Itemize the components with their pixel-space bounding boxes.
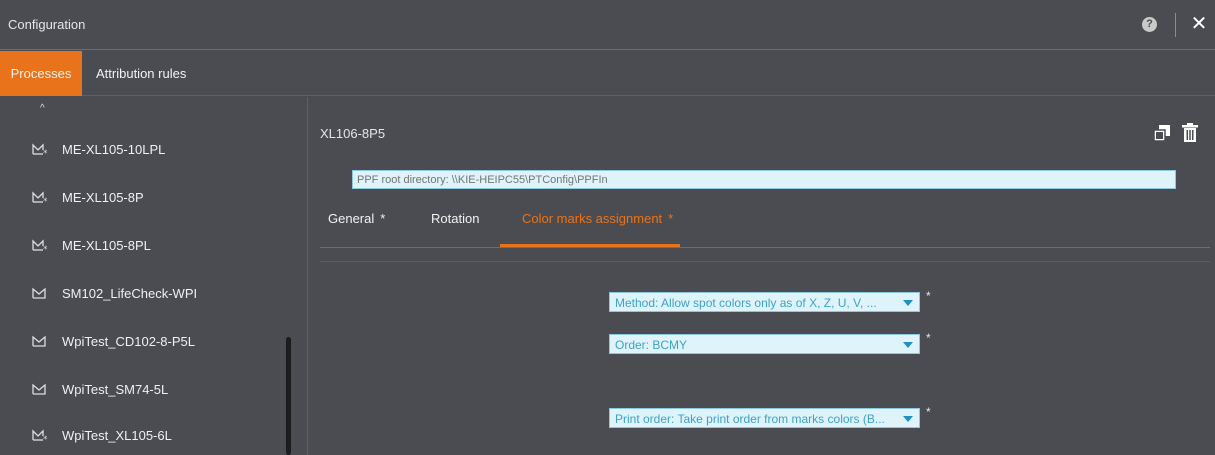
required-marker: * bbox=[926, 289, 931, 303]
help-icon[interactable]: ? bbox=[1142, 17, 1157, 32]
list-item-label: WpiTest_SM74-5L bbox=[62, 382, 169, 397]
list-item-label: WpiTest_CD102-8-P5L bbox=[62, 334, 195, 349]
process-detail-panel: XL106-8P5 General * Rotation Color marks … bbox=[309, 97, 1215, 455]
process-list: ^ * ME-XL105-10LPL * ME-XL105-8P * ME-XL… bbox=[0, 97, 308, 455]
process-starred-icon: * bbox=[32, 239, 48, 253]
tab-attribution-rules[interactable]: Attribution rules bbox=[96, 51, 186, 96]
chevron-down-icon bbox=[903, 300, 913, 306]
list-item-label: WpiTest_XL105-6L bbox=[62, 428, 172, 443]
chevron-down-icon bbox=[903, 416, 913, 422]
tab-rotation-label: Rotation bbox=[431, 211, 480, 226]
order-select[interactable]: Order: BCMY bbox=[609, 334, 920, 354]
svg-text:*: * bbox=[43, 197, 48, 205]
list-item-label: ME-XL105-8P bbox=[62, 190, 144, 205]
process-starred-icon: * bbox=[32, 429, 48, 443]
list-item-label: SM102_LifeCheck-WPI bbox=[62, 286, 198, 301]
method-select[interactable]: Method: Allow spot colors only as of X, … bbox=[609, 292, 920, 312]
process-starred-icon: * bbox=[32, 143, 48, 157]
top-tab-bar: Processes Attribution rules bbox=[0, 51, 1215, 96]
scroll-up-icon[interactable]: ^ bbox=[40, 103, 45, 114]
list-item[interactable]: * ME-XL105-8P bbox=[0, 177, 290, 217]
list-item-label: ME-XL105-8PL bbox=[62, 238, 151, 253]
svg-text:*: * bbox=[43, 149, 48, 157]
tab-color-marks-star: * bbox=[668, 211, 674, 226]
ppf-root-directory-input[interactable] bbox=[352, 170, 1176, 189]
process-starred-icon: * bbox=[32, 191, 48, 205]
list-item[interactable]: WpiTest_SM74-5L bbox=[0, 369, 290, 409]
process-icon bbox=[32, 335, 46, 347]
svg-text:*: * bbox=[43, 245, 48, 253]
required-marker: * bbox=[926, 405, 931, 419]
process-title: XL106-8P5 bbox=[320, 126, 386, 141]
tab-color-marks-assignment[interactable]: Color marks assignment * bbox=[522, 211, 673, 226]
close-icon[interactable]: ✕ bbox=[1187, 12, 1211, 36]
title-separator bbox=[1175, 13, 1176, 37]
tab-general-star: * bbox=[380, 211, 386, 226]
list-item[interactable]: * ME-XL105-8PL bbox=[0, 225, 290, 265]
svg-text:*: * bbox=[43, 435, 48, 443]
window-title: Configuration bbox=[8, 17, 86, 32]
chevron-down-icon bbox=[903, 342, 913, 348]
process-icon bbox=[32, 287, 46, 299]
list-item[interactable]: SM102_LifeCheck-WPI bbox=[0, 273, 290, 313]
method-select-value: Method: Allow spot colors only as of X, … bbox=[615, 296, 877, 310]
print-order-select[interactable]: Print order: Take print order from marks… bbox=[609, 408, 920, 428]
tab-general[interactable]: General * bbox=[328, 211, 385, 226]
list-item[interactable]: * ME-XL105-10LPL bbox=[0, 129, 290, 169]
print-order-select-value: Print order: Take print order from marks… bbox=[615, 412, 885, 426]
list-item-label: ME-XL105-10LPL bbox=[62, 142, 166, 157]
list-item[interactable]: * WpiTest_XL105-6L bbox=[0, 415, 290, 455]
tab-general-label: General bbox=[328, 211, 375, 226]
required-marker: * bbox=[926, 331, 931, 345]
trash-icon[interactable] bbox=[1182, 123, 1198, 143]
tab-divider bbox=[320, 247, 1210, 248]
list-scrollbar[interactable] bbox=[286, 337, 291, 455]
tab-processes[interactable]: Processes bbox=[0, 51, 82, 96]
tab-rotation[interactable]: Rotation bbox=[431, 211, 479, 226]
list-item[interactable]: WpiTest_CD102-8-P5L bbox=[0, 321, 290, 361]
process-icon bbox=[32, 383, 46, 395]
duplicate-icon[interactable] bbox=[1153, 124, 1171, 142]
content-divider bbox=[320, 261, 1210, 262]
title-bar: Configuration ? ✕ bbox=[0, 0, 1215, 50]
order-select-value: Order: BCMY bbox=[615, 338, 688, 352]
tab-color-marks-label: Color marks assignment bbox=[522, 211, 663, 226]
